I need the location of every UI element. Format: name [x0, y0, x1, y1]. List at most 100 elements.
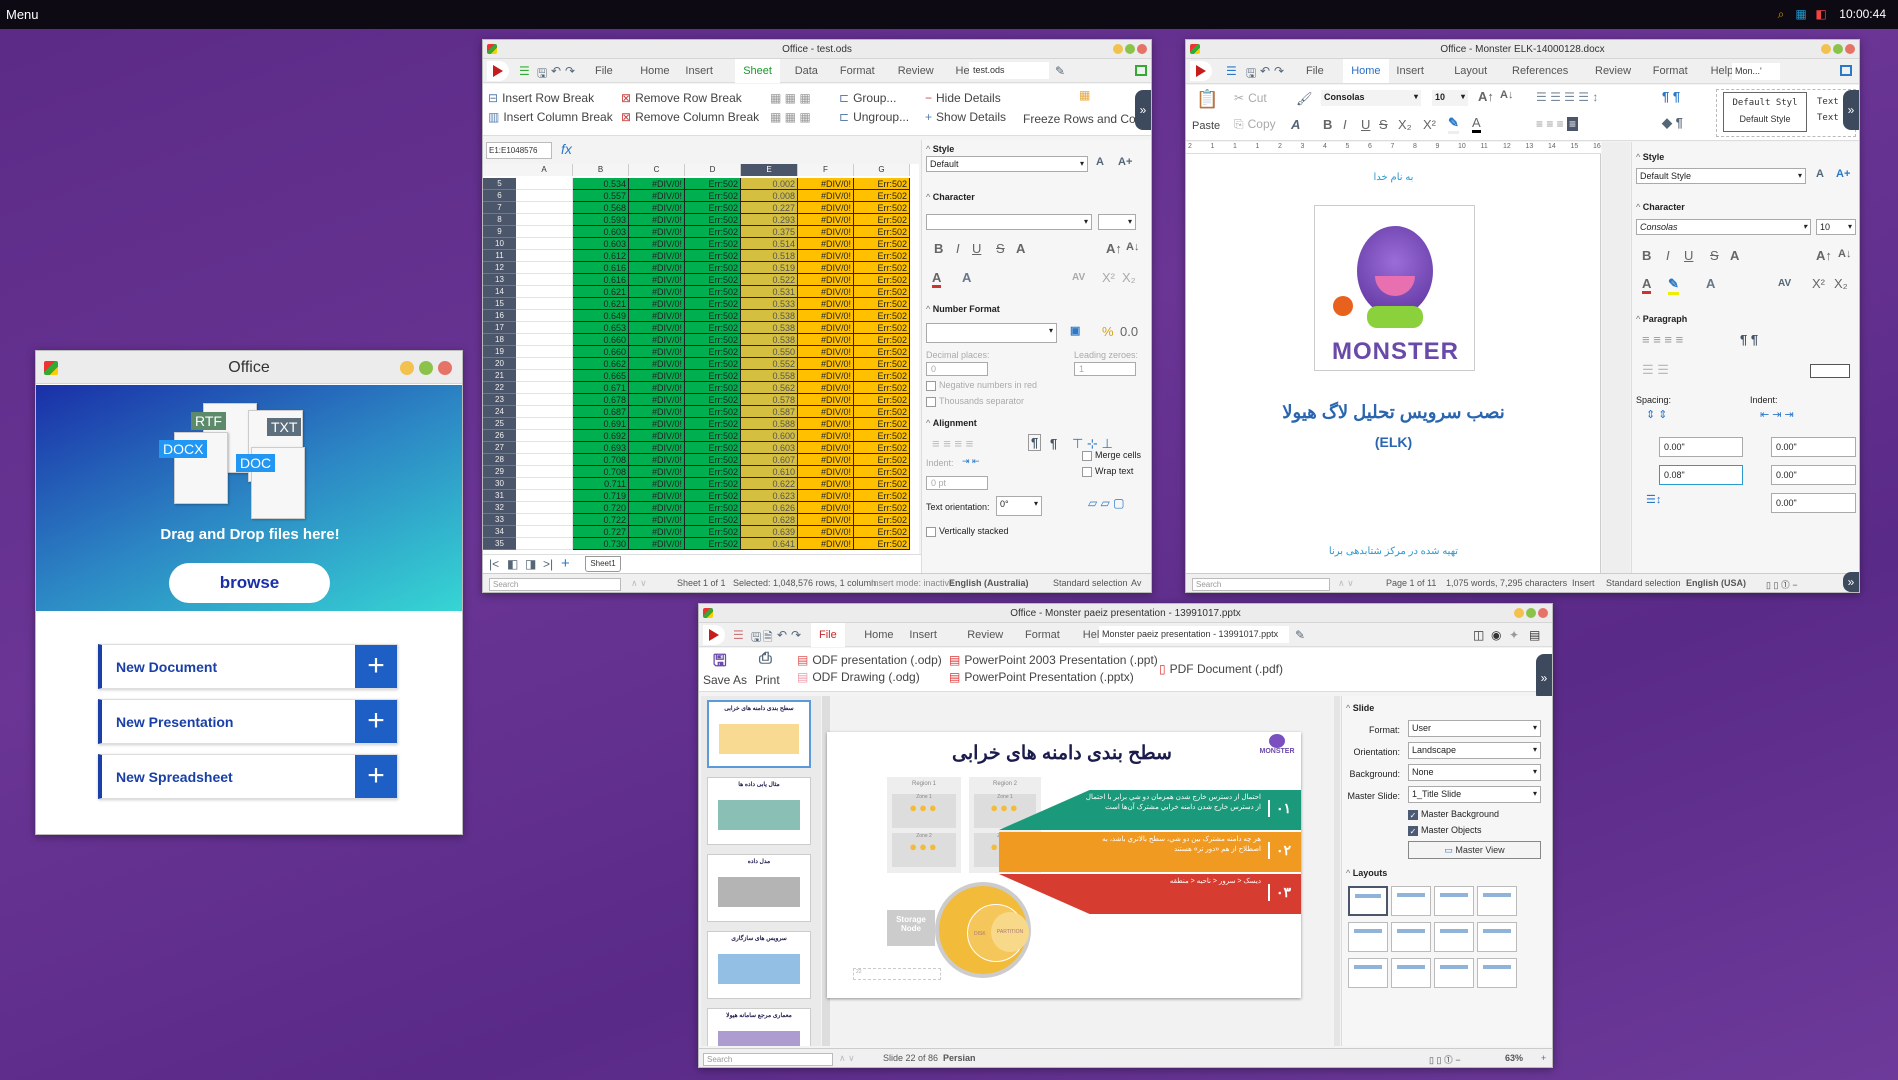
cell-f[interactable]: #DIV/0!: [798, 322, 854, 334]
tab-layout[interactable]: Layout: [1446, 59, 1495, 83]
shadow-icon[interactable]: A: [1730, 248, 1739, 263]
new-style-icon[interactable]: A+: [1118, 156, 1132, 168]
highlight-icon[interactable]: ✎: [1668, 276, 1679, 295]
style-section-header[interactable]: Style: [926, 144, 955, 154]
insert-mode[interactable]: Insert: [1572, 578, 1595, 588]
cell-c[interactable]: #DIV/0!: [629, 322, 685, 334]
row-header[interactable]: 35: [483, 538, 516, 550]
percent-icon[interactable]: %: [1102, 324, 1114, 339]
cell-a[interactable]: [516, 178, 573, 190]
character-section-header[interactable]: Character: [1636, 202, 1685, 212]
prev-sheet-icon[interactable]: ◧: [507, 557, 518, 571]
user-icon[interactable]: ✦: [1509, 628, 1519, 642]
row-header[interactable]: 11: [483, 250, 516, 262]
list-icons[interactable]: ☰ ☰: [1642, 362, 1669, 378]
filename-field[interactable]: test.ods: [969, 62, 1049, 79]
superscript-icon[interactable]: X²: [1102, 270, 1115, 285]
scrollbar[interactable]: [1334, 696, 1340, 1046]
add-sheet-icon[interactable]: +: [561, 555, 570, 572]
wrap-text-checkbox[interactable]: Wrap text: [1082, 466, 1133, 477]
master-slide-dropdown[interactable]: 1_Title Slide: [1408, 786, 1541, 803]
row-header[interactable]: 32: [483, 502, 516, 514]
filename-field[interactable]: Mon...': [1732, 63, 1780, 80]
tab-sheet[interactable]: Sheet: [735, 59, 780, 83]
layout-option[interactable]: [1434, 886, 1474, 916]
cell-f[interactable]: #DIV/0!: [798, 346, 854, 358]
cell-c[interactable]: #DIV/0!: [629, 442, 685, 454]
layout-option[interactable]: [1477, 922, 1517, 952]
cell-d[interactable]: Err:502: [685, 250, 741, 262]
minimize-button[interactable]: [1821, 44, 1831, 54]
filename-field[interactable]: Monster paeiz presentation - 13991017.pp…: [1099, 626, 1289, 643]
font-size-dropdown[interactable]: 10: [1432, 90, 1468, 106]
show-details-button[interactable]: + Show Details: [925, 110, 1006, 124]
cell-a[interactable]: [516, 238, 573, 250]
style-default[interactable]: Default Styl Default Style: [1723, 92, 1807, 132]
cell-g[interactable]: Err:502: [854, 178, 910, 190]
shadow-icon[interactable]: A: [1016, 241, 1025, 256]
cell-e[interactable]: 0.588: [741, 418, 798, 430]
cell-d[interactable]: Err:502: [685, 202, 741, 214]
cell-g[interactable]: Err:502: [854, 466, 910, 478]
cell-d[interactable]: Err:502: [685, 502, 741, 514]
row-header[interactable]: 27: [483, 442, 516, 454]
cell-a[interactable]: [516, 394, 573, 406]
row-header[interactable]: 19: [483, 346, 516, 358]
cell-d[interactable]: Err:502: [685, 274, 741, 286]
function-wizard-icon[interactable]: fx: [561, 141, 572, 157]
currency-icon[interactable]: ▣: [1070, 324, 1080, 337]
cell-e[interactable]: 0.531: [741, 286, 798, 298]
cell-c[interactable]: #DIV/0!: [629, 262, 685, 274]
cell-b[interactable]: 0.603: [573, 238, 629, 250]
master-background-checkbox[interactable]: ✓ Master Background: [1408, 809, 1499, 820]
cell-e[interactable]: 0.610: [741, 466, 798, 478]
bold-icon[interactable]: B: [1323, 117, 1332, 132]
cell-c[interactable]: #DIV/0!: [629, 538, 685, 550]
network-icon[interactable]: ▦: [1794, 7, 1808, 21]
cell-d[interactable]: Err:502: [685, 490, 741, 502]
layout-option[interactable]: [1391, 958, 1431, 988]
paragraph-section-header[interactable]: Paragraph: [1636, 314, 1688, 324]
cell-b[interactable]: 0.692: [573, 430, 629, 442]
cell-f[interactable]: #DIV/0!: [798, 478, 854, 490]
undo-icon[interactable]: ↶: [551, 64, 561, 78]
cell-d[interactable]: Err:502: [685, 526, 741, 538]
row-header[interactable]: 15: [483, 298, 516, 310]
cell-d[interactable]: Err:502: [685, 538, 741, 550]
row-header[interactable]: 22: [483, 382, 516, 394]
cell-e[interactable]: 0.538: [741, 322, 798, 334]
drop-zone[interactable]: RTF TXT DOCX DOC Drag and Drop files her…: [36, 385, 462, 611]
group-button[interactable]: ⊏ Group...: [839, 91, 896, 105]
cell-a[interactable]: [516, 370, 573, 382]
cell-a[interactable]: [516, 286, 573, 298]
row-header[interactable]: 10: [483, 238, 516, 250]
app-logo[interactable]: [703, 625, 725, 645]
grow-font-icon[interactable]: A↑: [1106, 241, 1122, 256]
slide-thumbnail[interactable]: مدل داده: [707, 854, 811, 922]
cell-c[interactable]: #DIV/0!: [629, 298, 685, 310]
cell-e[interactable]: 0.538: [741, 310, 798, 322]
zoom-level[interactable]: 63%: [1505, 1053, 1523, 1063]
cell-d[interactable]: Err:502: [685, 466, 741, 478]
cell-f[interactable]: #DIV/0!: [798, 358, 854, 370]
find-prev-next-icons[interactable]: ∧ ∨: [1338, 578, 1354, 589]
maximize-button[interactable]: [419, 361, 433, 375]
cell-c[interactable]: #DIV/0!: [629, 430, 685, 442]
cell-d[interactable]: Err:502: [685, 478, 741, 490]
row-header[interactable]: 12: [483, 262, 516, 274]
cell-a[interactable]: [516, 538, 573, 550]
cell-c[interactable]: #DIV/0!: [629, 190, 685, 202]
cell-g[interactable]: Err:502: [854, 274, 910, 286]
save-as-icon[interactable]: 🗎: [763, 628, 773, 649]
cell-a[interactable]: [516, 262, 573, 274]
rtl-icon[interactable]: ¶: [1050, 436, 1057, 451]
tab-review[interactable]: Review: [890, 59, 942, 83]
cell-d[interactable]: Err:502: [685, 430, 741, 442]
slide-section-header[interactable]: Slide: [1346, 703, 1375, 713]
cell-a[interactable]: [516, 274, 573, 286]
layout-option[interactable]: [1348, 886, 1388, 916]
row-header[interactable]: 7: [483, 202, 516, 214]
font-name-dropdown[interactable]: Consolas: [1636, 219, 1811, 235]
master-view-button[interactable]: ▭ Master View: [1408, 841, 1541, 859]
row-header[interactable]: 16: [483, 310, 516, 322]
